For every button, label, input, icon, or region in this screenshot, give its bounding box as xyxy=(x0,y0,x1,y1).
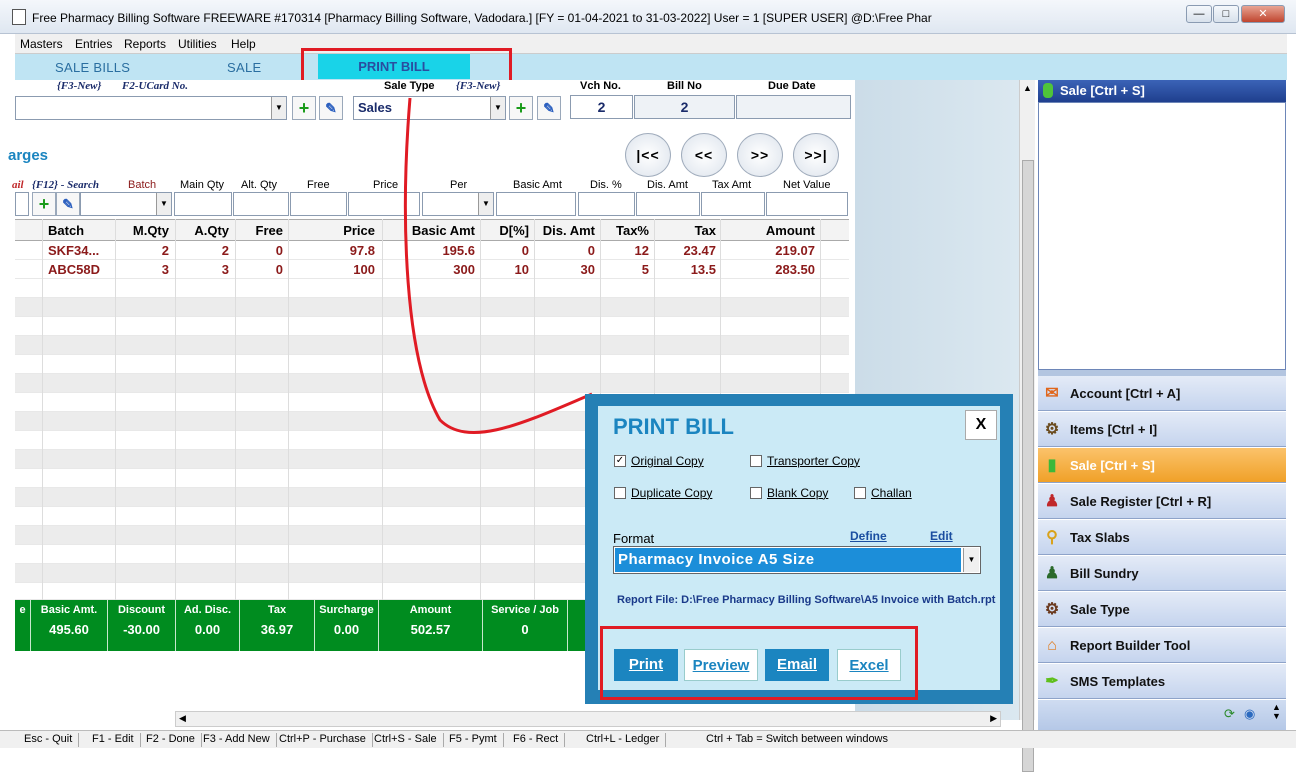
blank-copy-checkbox[interactable] xyxy=(750,487,762,499)
blank-copy-label[interactable]: Blank Copy xyxy=(767,486,828,500)
format-label: Format xyxy=(613,531,655,546)
edit-link[interactable]: Edit xyxy=(930,529,953,543)
chevron-down-icon[interactable]: ▼ xyxy=(963,548,979,572)
transporter-copy-label[interactable]: Transporter Copy xyxy=(767,454,860,468)
transporter-copy-checkbox[interactable] xyxy=(750,455,762,467)
dialog-title: PRINT BILL xyxy=(613,414,734,439)
dialog-close-button[interactable]: X xyxy=(965,410,997,440)
highlight-box-buttons xyxy=(600,626,918,700)
duplicate-copy-checkbox[interactable] xyxy=(614,487,626,499)
duplicate-copy-label[interactable]: Duplicate Copy xyxy=(631,486,712,500)
challan-checkbox[interactable] xyxy=(854,487,866,499)
report-file-text: Report File: D:\Free Pharmacy Billing So… xyxy=(617,594,996,606)
format-value: Pharmacy Invoice A5 Size xyxy=(615,548,961,572)
original-copy-checkbox[interactable]: ✓ xyxy=(614,455,626,467)
format-select[interactable]: Pharmacy Invoice A5 Size ▼ xyxy=(613,546,981,574)
define-link[interactable]: Define xyxy=(850,529,887,543)
challan-label[interactable]: Challan xyxy=(871,486,912,500)
original-copy-label[interactable]: Original Copy xyxy=(631,454,704,468)
